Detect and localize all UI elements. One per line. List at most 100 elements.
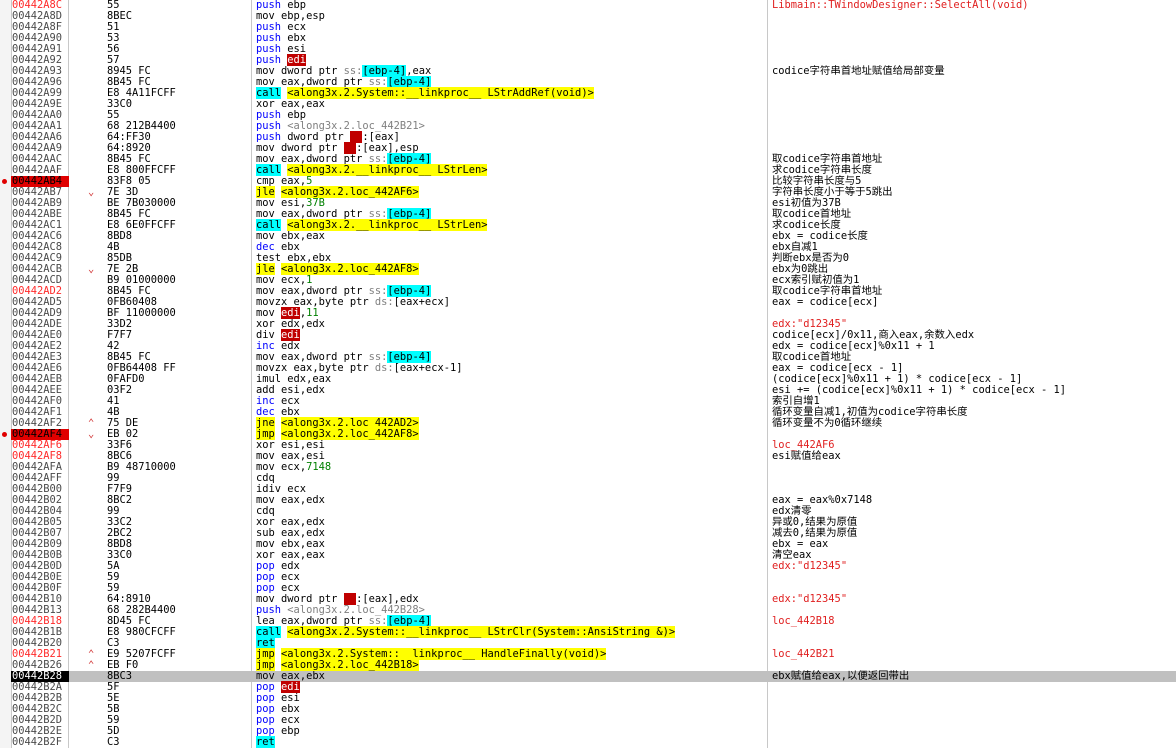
instruction-disassembly[interactable]: call <along3x.2.System::__linkproc__ LSt… — [256, 626, 676, 638]
breakpoint-gutter[interactable] — [0, 297, 11, 308]
instruction-row[interactable]: 00442B04 99 cdq edx清零 — [0, 506, 1176, 517]
instruction-row[interactable]: 00442B2C 5B pop ebx — [0, 704, 1176, 715]
instruction-row[interactable]: 00442B1B E8 980CFCFF call <along3x.2.Syste… — [0, 626, 1176, 638]
instruction-row[interactable]: 00442B2F C3 ret — [0, 736, 1176, 748]
instruction-disassembly[interactable]: ret — [256, 736, 275, 748]
breakpoint-gutter[interactable] — [0, 143, 11, 154]
breakpoint-gutter[interactable] — [0, 715, 11, 726]
instruction-row[interactable]: 00442AD5 0FB60408 movzx eax,byte ptr ds:[e… — [0, 297, 1176, 308]
breakpoint-gutter[interactable] — [0, 187, 11, 198]
breakpoint-gutter[interactable] — [0, 319, 11, 330]
instruction-row[interactable]: 00442A92 57 push edi — [0, 54, 1176, 66]
instruction-row[interactable]: 00442AF2 ⌃ 75 DE jne <along3x.2.loc_442AD2>… — [0, 417, 1176, 429]
breakpoint-gutter[interactable] — [0, 682, 11, 693]
breakpoint-gutter[interactable] — [0, 242, 11, 253]
instruction-row[interactable]: 00442AAF E8 800FFCFF call <along3x.2.__lin… — [0, 164, 1176, 176]
instruction-row[interactable]: 00442ACD B9 01000000 mov ecx,1 ecx索引赋初值为1 — [0, 275, 1176, 286]
breakpoint-gutter[interactable] — [0, 385, 11, 396]
instruction-row[interactable]: 00442A93 8945 FC mov dword ptr ss:[ebp-4],… — [0, 65, 1176, 77]
instruction-row[interactable]: 00442AFA B9 48710000 mov ecx,7148 — [0, 462, 1176, 473]
breakpoint-gutter[interactable] — [0, 253, 11, 264]
breakpoint-gutter[interactable] — [0, 484, 11, 495]
instruction-row[interactable]: 00442AA0 55 push ebp — [0, 110, 1176, 121]
breakpoint-gutter[interactable] — [0, 583, 11, 594]
breakpoint-gutter[interactable] — [0, 462, 11, 473]
instruction-row[interactable]: 00442ADE 33D2 xor edx,edx edx:"d12345" — [0, 319, 1176, 330]
instruction-comment[interactable]: eax = codice[ecx] — [772, 297, 878, 308]
breakpoint-gutter[interactable] — [0, 165, 11, 176]
breakpoint-gutter[interactable] — [0, 110, 11, 121]
instruction-row[interactable]: 00442B0B 33C0 xor eax,eax 清空eax — [0, 550, 1176, 561]
instruction-comment[interactable]: esi赋值给eax — [772, 451, 841, 462]
breakpoint-gutter[interactable] — [0, 693, 11, 704]
breakpoint-gutter[interactable] — [0, 88, 11, 99]
instruction-row[interactable]: 00442AF8 8BC6 mov eax,esi esi赋值给eax — [0, 451, 1176, 462]
breakpoint-gutter[interactable] — [0, 11, 11, 22]
disassembly-listing[interactable]: 00442A8C 55 push ebp Libmain::TWindowDesign… — [0, 0, 1176, 748]
breakpoint-gutter[interactable] — [0, 66, 11, 77]
breakpoint-gutter[interactable] — [0, 341, 11, 352]
breakpoint-gutter[interactable] — [0, 517, 11, 528]
instruction-row[interactable]: 00442AC1 E8 6E0FFCFF call <along3x.2.__lin… — [0, 219, 1176, 231]
breakpoint-gutter[interactable] — [0, 330, 11, 341]
instruction-row[interactable]: 00442A9E 33C0 xor eax,eax — [0, 99, 1176, 110]
instruction-row[interactable]: 00442B0E 59 pop ecx — [0, 572, 1176, 583]
breakpoint-gutter[interactable] — [0, 737, 11, 748]
instruction-comment[interactable]: edx:"d12345" — [772, 561, 847, 572]
breakpoint-gutter[interactable] — [0, 99, 11, 110]
instruction-row[interactable]: 00442B13 68 282B4400 push <along3x.2.loc_4… — [0, 605, 1176, 616]
instruction-row[interactable]: 00442B0F 59 pop ecx — [0, 583, 1176, 594]
instruction-row[interactable]: 00442AE3 8B45 FC mov eax,dword ptr ss:[ebp… — [0, 351, 1176, 363]
instruction-row[interactable]: 00442AAC 8B45 FC mov eax,dword ptr ss:[ebp… — [0, 153, 1176, 165]
instruction-address[interactable]: 00442B2F — [11, 737, 69, 748]
instruction-row[interactable]: 00442B0D 5A pop edx edx:"d12345" — [0, 561, 1176, 572]
instruction-row[interactable]: 00442ABE 8B45 FC mov eax,dword ptr ss:[ebp… — [0, 208, 1176, 220]
breakpoint-gutter[interactable] — [0, 440, 11, 451]
breakpoint-gutter[interactable] — [0, 286, 11, 297]
instruction-row[interactable]: 00442B21 ⌃ E9 5207FCFF jmp <along3x.2.Syste… — [0, 648, 1176, 660]
instruction-comment[interactable]: codice字符串首地址赋值给局部变量 — [772, 66, 945, 77]
breakpoint-gutter[interactable] — [0, 594, 11, 605]
breakpoint-gutter[interactable] — [0, 451, 11, 462]
breakpoint-gutter[interactable] — [0, 264, 11, 275]
breakpoint-icon[interactable] — [0, 429, 11, 440]
instruction-comment[interactable]: Libmain::TWindowDesigner::SelectAll(void… — [772, 0, 1028, 11]
breakpoint-gutter[interactable] — [0, 220, 11, 231]
breakpoint-gutter[interactable] — [0, 209, 11, 220]
breakpoint-gutter[interactable] — [0, 561, 11, 572]
instruction-comment[interactable]: loc_442B18 — [772, 616, 835, 627]
breakpoint-gutter[interactable] — [0, 396, 11, 407]
breakpoint-gutter[interactable] — [0, 352, 11, 363]
breakpoint-gutter[interactable] — [0, 407, 11, 418]
breakpoint-gutter[interactable] — [0, 616, 11, 627]
instruction-row[interactable]: 00442A90 53 push ebx — [0, 33, 1176, 44]
instruction-row[interactable]: 00442B2B 5E pop esi — [0, 693, 1176, 704]
instruction-row[interactable]: 00442AA6 64:FF30 push dword ptr fs:[eax] — [0, 131, 1176, 143]
instruction-comment[interactable]: edx:"d12345" — [772, 594, 847, 605]
instruction-row[interactable]: 00442AC6 8BD8 mov ebx,eax ebx = codice长度 — [0, 231, 1176, 242]
breakpoint-gutter[interactable] — [0, 473, 11, 484]
breakpoint-gutter[interactable] — [0, 55, 11, 66]
instruction-row[interactable]: 00442ACB ⌄ 7E 2B jle <along3x.2.loc_442AF8>… — [0, 263, 1176, 275]
instruction-row[interactable]: 00442AF4 ⌄ EB 02 jmp <along3x.2.loc_442AF8> — [0, 428, 1176, 440]
instruction-row[interactable]: 00442AFF 99 cdq — [0, 473, 1176, 484]
breakpoint-gutter[interactable] — [0, 418, 11, 429]
instruction-row[interactable]: 00442AB4 83F8 05 cmp eax,5 比较字符串长度与5 — [0, 176, 1176, 187]
breakpoint-gutter[interactable] — [0, 627, 11, 638]
breakpoint-gutter[interactable] — [0, 363, 11, 374]
instruction-row[interactable]: 00442AF1 4B dec ebx 循环变量自减1,初值为codice字符串长度 — [0, 407, 1176, 418]
breakpoint-gutter[interactable] — [0, 550, 11, 561]
instruction-row[interactable]: 00442AE2 42 inc edx edx = codice[ecx]%0x11 … — [0, 341, 1176, 352]
instruction-row[interactable]: 00442B2D 59 pop ecx — [0, 715, 1176, 726]
breakpoint-gutter[interactable] — [0, 726, 11, 737]
breakpoint-gutter[interactable] — [0, 77, 11, 88]
instruction-row[interactable]: 00442AC9 85DB test ebx,ebx 判断ebx是否为0 — [0, 253, 1176, 264]
breakpoint-gutter[interactable] — [0, 506, 11, 517]
breakpoint-gutter[interactable] — [0, 660, 11, 671]
instruction-row[interactable]: 00442AF0 41 inc ecx 索引自增1 — [0, 396, 1176, 407]
breakpoint-gutter[interactable] — [0, 649, 11, 660]
breakpoint-gutter[interactable] — [0, 528, 11, 539]
instruction-row[interactable]: 00442B00 F7F9 idiv ecx — [0, 484, 1176, 495]
instruction-row[interactable]: 00442AEE 03F2 add esi,edx esi += (codice[ec… — [0, 385, 1176, 396]
breakpoint-gutter[interactable] — [0, 671, 11, 682]
